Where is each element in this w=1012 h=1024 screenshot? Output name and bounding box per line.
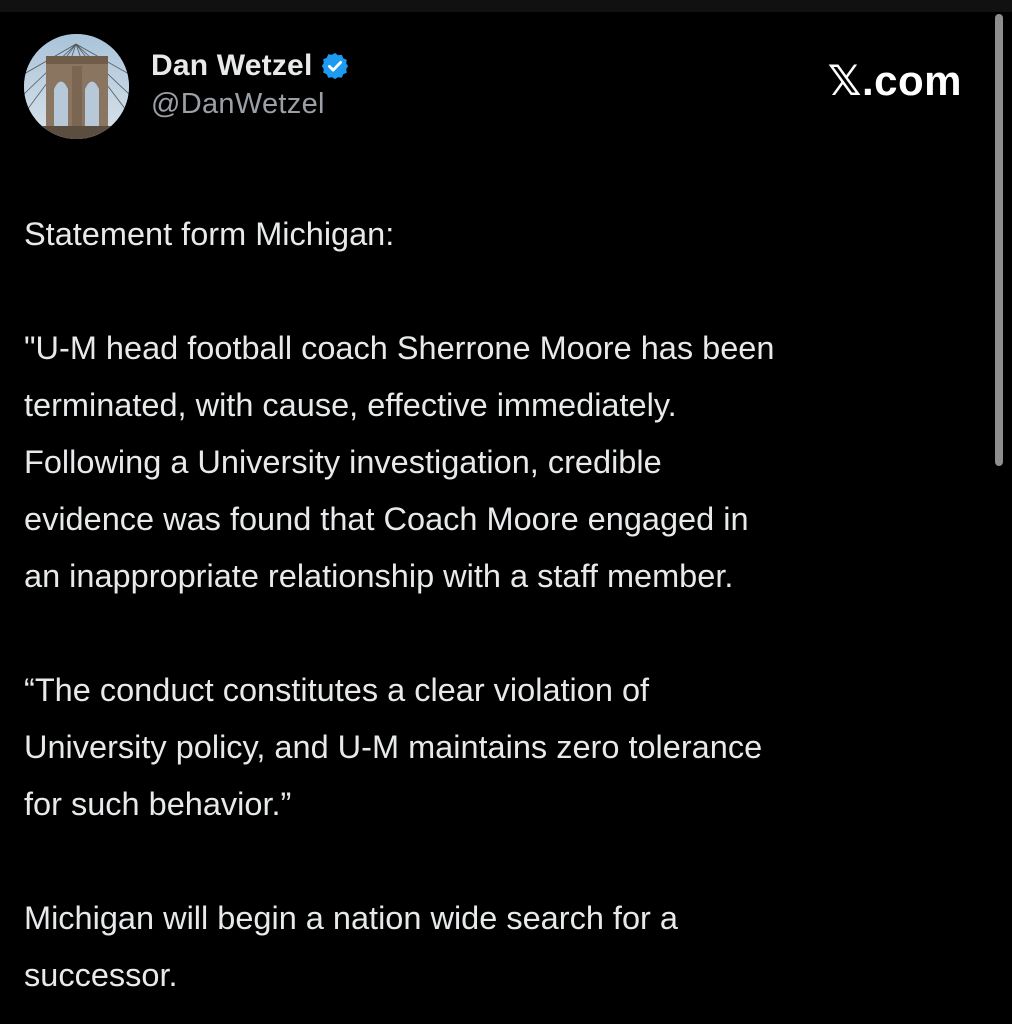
author-name-row: Dan Wetzel [151,46,350,86]
post-paragraph: Michigan will begin a nation wide search… [24,890,990,1004]
post-line: an inappropriate relationship with a sta… [24,558,734,594]
avatar[interactable] [24,34,129,139]
post-paragraph: “The conduct constitutes a clear violati… [24,662,990,833]
post-line: Following a University investigation, cr… [24,444,662,480]
x-logo: 𝕏.com [827,57,962,104]
post-paragraph: Statement form Michigan: [24,206,990,263]
post-line: “The conduct constitutes a clear violati… [24,672,650,708]
post-line: University policy, and U-M maintains zer… [24,729,763,765]
verified-badge-icon [320,51,350,81]
author-display-name[interactable]: Dan Wetzel [151,49,312,83]
post-line: successor. [24,957,178,993]
post-line: Statement form Michigan: [24,216,395,252]
post-line: for such behavior.” [24,786,292,822]
status-bar [0,0,1012,12]
post-line: "U-M head football coach Sherrone Moore … [24,330,775,366]
post-card: Dan Wetzel @DanWetzel 𝕏.com Statement fo… [0,12,1012,1024]
brooklyn-bridge-photo-icon [24,34,129,139]
post-paragraph: "U-M head football coach Sherrone Moore … [24,320,990,605]
author-handle[interactable]: @DanWetzel [151,88,350,121]
post-body: Statement form Michigan: "U-M head footb… [24,206,990,1004]
author-block: Dan Wetzel @DanWetzel [151,46,350,121]
post-line: evidence was found that Coach Moore enga… [24,501,749,537]
post-line: terminated, with cause, effective immedi… [24,387,677,423]
scrollbar[interactable] [995,14,1003,466]
post-line: Michigan will begin a nation wide search… [24,900,678,936]
